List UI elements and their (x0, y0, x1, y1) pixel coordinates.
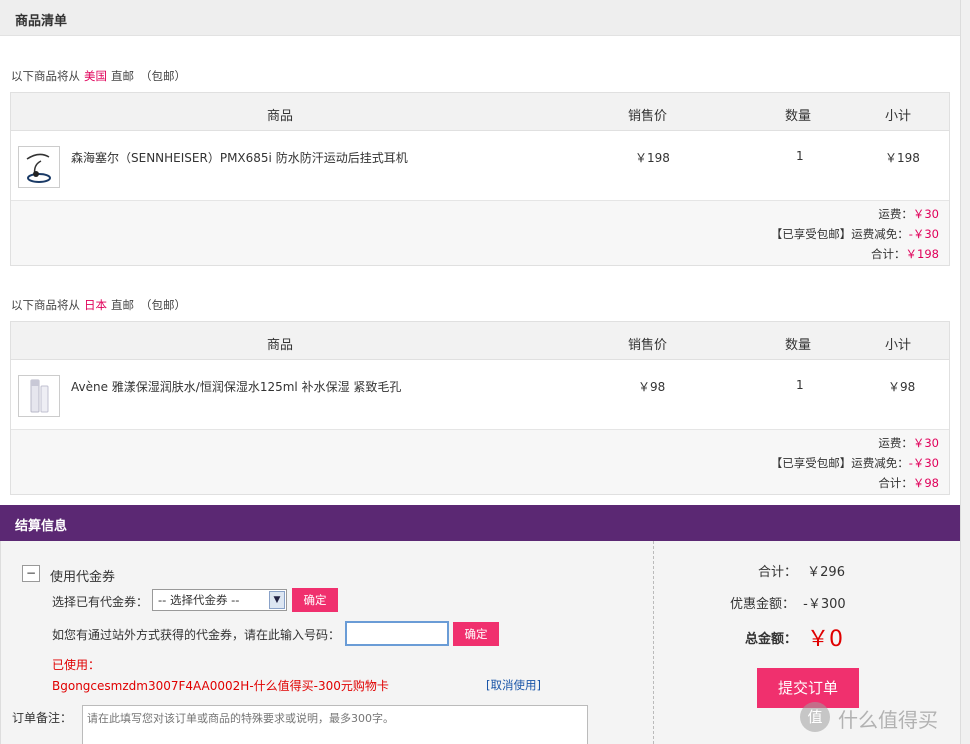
order-remark-textarea[interactable] (82, 705, 588, 744)
shipping-fee-line: 运费：￥30 (878, 435, 939, 451)
vertical-scrollbar[interactable] (960, 0, 970, 744)
goods-list-header: 商品清单 (0, 0, 960, 36)
shipping-discount-line: 【已享受包邮】运费减免：-￥30 (771, 455, 939, 471)
order-sum-value: ￥296 (807, 565, 845, 580)
table-row: Avène 雅漾保湿润肤水/恒润保湿水125ml 补水保湿 紧致毛孔 ￥98 1… (11, 360, 949, 430)
product-qty: 1 (796, 149, 804, 163)
earphone-icon (26, 153, 51, 183)
ship-note: （包邮） (140, 69, 186, 83)
bottle-icon (30, 379, 49, 413)
ship-mode: 直邮 (111, 69, 134, 83)
shipment-total-value: ￥198 (905, 247, 939, 261)
goods-list-title: 商品清单 (15, 14, 68, 29)
shipping-fee-value: ￥30 (912, 436, 939, 450)
shipment-total-line: 合计：￥98 (878, 475, 939, 491)
shipping-discount-label: 【已享受包邮】运费减免： (770, 456, 909, 470)
chevron-down-icon[interactable]: ▼ (269, 591, 285, 609)
ship-prefix: 以下商品将从 (11, 69, 80, 83)
table-header: 商品 销售价 数量 小计 (11, 322, 949, 360)
watermark-text: 什么值得买 (838, 708, 938, 732)
voucher-select-confirm-button[interactable]: 确定 (292, 588, 338, 612)
ship-country: 日本 (84, 298, 107, 312)
voucher-select-value: -- 选择代金券 -- (158, 593, 240, 607)
product-subtotal: ￥98 (888, 380, 916, 394)
discount-amount-line: 优惠金额： -￥300 (730, 593, 846, 612)
column-header-qty: 数量 (785, 338, 812, 353)
order-sum-label: 合计： (758, 565, 798, 580)
shipping-fee-line: 运费：￥30 (878, 206, 939, 222)
grand-total-label: 总金额： (745, 632, 798, 647)
column-header-product: 商品 (267, 338, 294, 353)
shipping-fee-label: 运费： (878, 436, 913, 450)
shipment-total-line: 合计：￥198 (871, 246, 939, 262)
grand-total-value: ￥0 (807, 627, 843, 652)
column-header-subtotal: 小计 (885, 109, 912, 124)
product-name-link[interactable]: 森海塞尔（SENNHEISER）PMX685i 防水防汗运动后挂式耳机 (71, 149, 408, 166)
shipping-discount-line: 【已享受包邮】运费减免：-￥30 (771, 226, 939, 242)
shipment-total-label: 合计： (871, 247, 906, 261)
checkout-title: 结算信息 (15, 519, 68, 534)
voucher-code-confirm-button[interactable]: 确定 (453, 622, 499, 646)
checkout-divider (653, 541, 654, 744)
voucher-code-input[interactable] (345, 621, 449, 646)
shipping-discount-label: 【已享受包邮】运费减免： (770, 227, 909, 241)
product-thumbnail[interactable] (18, 375, 60, 417)
shipment-origin-line: 以下商品将从 日本 直邮 （包邮） (11, 297, 186, 313)
column-header-subtotal: 小计 (885, 338, 912, 353)
shipping-discount-value: -￥30 (908, 456, 939, 470)
column-header-product: 商品 (267, 109, 294, 124)
voucher-code-label: 如您有通过站外方式获得的代金券，请在此输入号码： (52, 628, 341, 642)
order-sum-line: 合计： ￥296 (758, 561, 845, 580)
order-table: 商品 销售价 数量 小计 森海塞尔（SENNHEISER）PMX685i 防水防… (10, 92, 950, 266)
ship-mode: 直邮 (111, 298, 134, 312)
column-header-price: 销售价 (628, 338, 668, 353)
ship-prefix: 以下商品将从 (11, 298, 80, 312)
site-watermark: 值 什么值得买 (800, 700, 965, 736)
product-subtotal: ￥198 (885, 151, 920, 165)
order-table: 商品 销售价 数量 小计 Avène 雅漾保湿润肤水/恒润保湿水125ml 补水… (10, 321, 950, 495)
product-thumbnail[interactable] (18, 146, 60, 188)
column-header-price: 销售价 (628, 109, 668, 124)
discount-amount-label: 优惠金额： (730, 597, 796, 612)
ship-note: （包邮） (140, 298, 186, 312)
shipping-discount-value: -￥30 (908, 227, 939, 241)
voucher-section-label: 使用代金券 (50, 570, 116, 585)
voucher-toggle-button[interactable]: − (22, 565, 40, 582)
shipping-fee-value: ￥30 (912, 207, 939, 221)
product-price: ￥98 (638, 380, 666, 394)
column-header-qty: 数量 (785, 109, 812, 124)
watermark-logo-icon: 值 (800, 702, 830, 732)
cancel-voucher-link[interactable]: [取消使用] (486, 677, 541, 693)
voucher-select[interactable]: -- 选择代金券 -- ▼ (152, 589, 287, 611)
ship-country: 美国 (84, 69, 107, 83)
shipment-origin-line: 以下商品将从 美国 直邮 （包邮） (11, 68, 186, 84)
used-voucher-label: 已使用： (52, 658, 101, 672)
checkout-header: 结算信息 (0, 505, 960, 541)
discount-amount-value: -￥300 (803, 597, 846, 612)
shipment-summary: 运费：￥30 【已享受包邮】运费减免：-￥30 合计：￥198 (11, 201, 949, 265)
shipment-total-value: ￥98 (912, 476, 939, 490)
product-name-link[interactable]: Avène 雅漾保湿润肤水/恒润保湿水125ml 补水保湿 紧致毛孔 (71, 378, 401, 395)
table-row: 森海塞尔（SENNHEISER）PMX685i 防水防汗运动后挂式耳机 ￥198… (11, 131, 949, 201)
shipment-summary: 运费：￥30 【已享受包邮】运费减免：-￥30 合计：￥98 (11, 430, 949, 494)
table-header: 商品 销售价 数量 小计 (11, 93, 949, 131)
used-voucher-code: Bgongcesmzdm3007F4AA0002H-什么值得买-300元购物卡 (52, 679, 389, 693)
shipment-total-label: 合计： (878, 476, 913, 490)
product-price: ￥198 (635, 151, 670, 165)
shipping-fee-label: 运费： (878, 207, 913, 221)
order-remark-label: 订单备注： (12, 711, 73, 725)
voucher-select-label: 选择已有代金券： (52, 595, 149, 609)
product-qty: 1 (796, 378, 804, 392)
